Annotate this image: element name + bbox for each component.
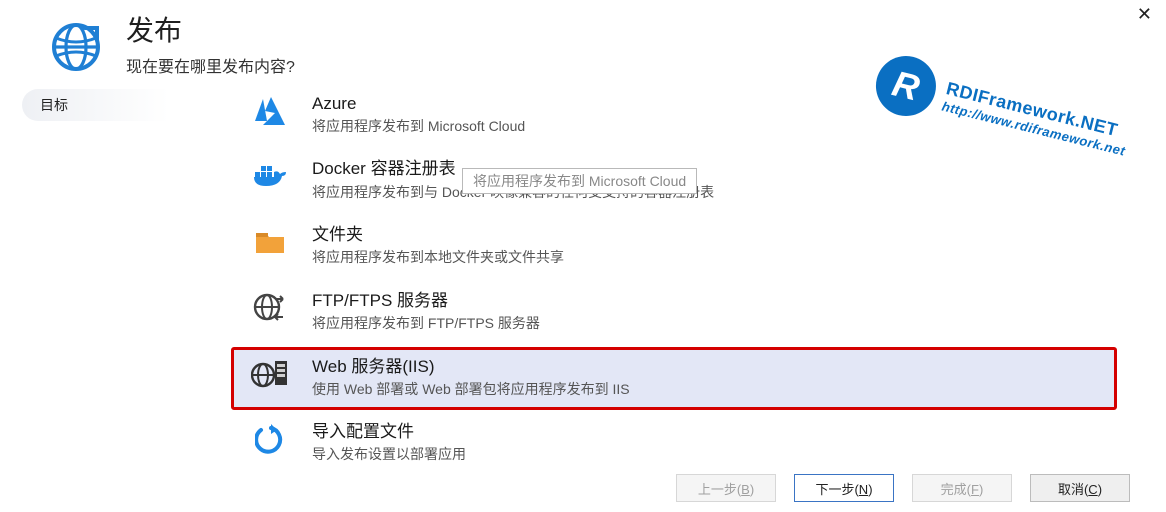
option-desc: 使用 Web 部署或 Web 部署包将应用程序发布到 IIS [312,380,630,400]
sidebar-item-target[interactable]: 目标 [22,89,232,121]
dialog-buttons: 上一步(B) 下一步(N) 完成(F) 取消(C) [676,474,1130,502]
option-iis[interactable]: Web 服务器(IIS) 使用 Web 部署或 Web 部署包将应用程序发布到 … [232,348,1116,410]
option-folder[interactable]: 文件夹 将应用程序发布到本地文件夹或文件共享 [232,216,1116,278]
docker-icon [250,158,290,194]
next-button[interactable]: 下一步(N) [794,474,894,502]
finish-button: 完成(F) [912,474,1012,502]
option-desc: 将应用程序发布到 Microsoft Cloud [312,117,525,137]
publish-dialog: ✕ 发布 现在要在哪里发布内容? 目标 [0,0,1166,512]
folder-icon [250,224,290,260]
option-title: Web 服务器(IIS) [312,356,630,378]
option-title: FTP/FTPS 服务器 [312,290,540,312]
cancel-button[interactable]: 取消(C) [1030,474,1130,502]
azure-icon [250,93,290,129]
iis-icon [250,356,290,392]
sidebar: 目标 [22,83,232,479]
close-icon[interactable]: ✕ [1137,4,1152,25]
import-icon [250,421,290,457]
dialog-title: 发布 [126,16,295,47]
option-desc: 导入发布设置以部署应用 [312,445,466,465]
ftp-icon [250,290,290,326]
option-desc: 将应用程序发布到本地文件夹或文件共享 [312,248,564,268]
publish-target-list: Azure 将应用程序发布到 Microsoft Cloud Docker 容器… [232,83,1152,479]
option-title: 文件夹 [312,224,564,246]
tooltip: 将应用程序发布到 Microsoft Cloud [462,168,697,194]
sidebar-item-label: 目标 [40,95,68,115]
option-azure[interactable]: Azure 将应用程序发布到 Microsoft Cloud [232,85,1116,147]
publish-icon [48,19,104,75]
option-desc: 将应用程序发布到 FTP/FTPS 服务器 [312,314,540,334]
dialog-subtitle: 现在要在哪里发布内容? [126,53,295,77]
back-button: 上一步(B) [676,474,776,502]
option-title: 导入配置文件 [312,421,466,443]
option-title: Azure [312,93,525,115]
option-import[interactable]: 导入配置文件 导入发布设置以部署应用 [232,413,1116,475]
option-ftp[interactable]: FTP/FTPS 服务器 将应用程序发布到 FTP/FTPS 服务器 [232,282,1116,344]
dialog-header: 发布 现在要在哪里发布内容? [0,0,1166,77]
